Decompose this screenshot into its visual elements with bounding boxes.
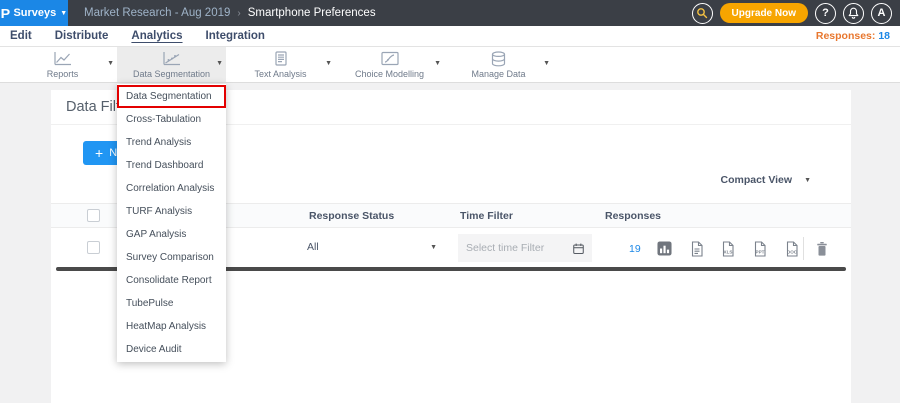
col-time-filter: Time Filter — [460, 210, 513, 222]
toolbar-data-segmentation-label: Data Segmentation — [133, 69, 210, 79]
app-window: P Surveys ▼ Market Research - Aug 2019 ›… — [0, 0, 900, 403]
svg-text:DOC: DOC — [786, 249, 797, 254]
tab-edit[interactable]: Edit — [10, 30, 32, 42]
survey-nav-tabs: Edit Distribute Analytics Integration Re… — [0, 26, 900, 47]
select-all-checkbox[interactable] — [87, 209, 100, 222]
chevron-down-icon[interactable]: ▼ — [543, 60, 550, 67]
search-icon — [696, 7, 708, 19]
menu-item-device-audit[interactable]: Device Audit — [117, 338, 226, 361]
analytics-toolbar: Reports ▼ Data Segmentation ▼ Text Analy… — [0, 47, 900, 83]
chevron-down-icon[interactable]: ▼ — [216, 60, 223, 67]
menu-item-survey-comparison[interactable]: Survey Comparison — [117, 246, 226, 269]
analyze-report-button[interactable] — [656, 240, 673, 257]
row-responses-count[interactable]: 19 — [629, 243, 641, 255]
toolbar-manage-data-label: Manage Data — [471, 69, 525, 79]
help-button[interactable]: ? — [815, 3, 836, 24]
menu-item-heatmap-analysis[interactable]: HeatMap Analysis — [117, 315, 226, 338]
svg-text:PPT: PPT — [755, 249, 764, 254]
responses-count: 18 — [878, 30, 890, 42]
responses-counter[interactable]: Responses: 18 — [816, 30, 890, 42]
delete-filter-button[interactable] — [813, 240, 830, 257]
toolbar-reports[interactable]: Reports ▼ — [8, 47, 117, 82]
document-report-icon — [273, 51, 289, 67]
tab-analytics[interactable]: Analytics — [131, 30, 182, 42]
bell-icon — [848, 7, 859, 19]
menu-item-correlation-analysis[interactable]: Correlation Analysis — [117, 177, 226, 200]
database-icon — [490, 51, 507, 67]
export-ppt-button[interactable]: PPT — [751, 240, 768, 257]
curve-chart-icon — [380, 51, 400, 67]
file-xls-icon: XLS — [721, 241, 735, 257]
breadcrumb-parent-link[interactable]: Market Research - Aug 2019 — [84, 7, 230, 19]
toolbar-reports-label: Reports — [47, 69, 79, 79]
chevron-down-icon[interactable]: ▼ — [434, 60, 441, 67]
menu-item-trend-analysis[interactable]: Trend Analysis — [117, 131, 226, 154]
compact-view-label: Compact View — [720, 174, 792, 186]
file-doc-icon: DOC — [785, 241, 799, 257]
toolbar-choice-modelling[interactable]: Choice Modelling ▼ — [335, 47, 444, 82]
compact-view-selector[interactable]: Compact View ▼ — [720, 174, 811, 186]
topbar-actions: Upgrade Now ? A — [692, 3, 900, 24]
scatter-chart-icon — [162, 51, 182, 67]
chevron-down-icon[interactable]: ▼ — [325, 60, 332, 67]
response-status-value: All — [307, 241, 319, 253]
file-ppt-icon: PPT — [753, 241, 767, 257]
menu-item-cross-tabulation[interactable]: Cross-Tabulation — [117, 108, 226, 131]
menu-item-turf-analysis[interactable]: TURF Analysis — [117, 200, 226, 223]
menu-item-gap-analysis[interactable]: GAP Analysis — [117, 223, 226, 246]
breadcrumb: Market Research - Aug 2019 › Smartphone … — [84, 7, 376, 19]
question-mark-icon: ? — [822, 7, 829, 19]
data-segmentation-dropdown-menu: Data Segmentation Cross-Tabulation Trend… — [117, 84, 226, 362]
toolbar-data-segmentation[interactable]: Data Segmentation ▼ — [117, 47, 226, 82]
plus-icon: + — [95, 146, 103, 160]
trash-icon — [815, 241, 829, 257]
tab-distribute[interactable]: Distribute — [55, 30, 109, 42]
calendar-icon[interactable] — [572, 242, 585, 255]
bar-chart-icon — [657, 241, 672, 256]
notifications-button[interactable] — [843, 3, 864, 24]
time-filter-field — [458, 234, 592, 262]
toolbar-text-analysis-label: Text Analysis — [254, 69, 306, 79]
line-chart-icon — [53, 51, 73, 67]
export-doc-button[interactable]: DOC — [783, 240, 800, 257]
toolbar-manage-data[interactable]: Manage Data ▼ — [444, 47, 553, 82]
surveys-product-menu[interactable]: P Surveys ▼ — [0, 0, 68, 26]
user-avatar[interactable]: A — [871, 3, 892, 24]
questionpro-logo-icon: P — [0, 7, 10, 20]
top-bar: P Surveys ▼ Market Research - Aug 2019 ›… — [0, 0, 900, 26]
menu-item-data-segmentation[interactable]: Data Segmentation — [117, 85, 226, 108]
upgrade-now-button[interactable]: Upgrade Now — [720, 3, 808, 23]
svg-text:XLS: XLS — [723, 249, 732, 254]
time-filter-input[interactable] — [458, 242, 572, 254]
file-document-icon — [690, 241, 704, 257]
avatar-initial: A — [878, 7, 886, 19]
search-button[interactable] — [692, 3, 713, 24]
breadcrumb-current: Smartphone Preferences — [248, 7, 376, 19]
export-pdf-button[interactable] — [688, 240, 705, 257]
menu-item-trend-dashboard[interactable]: Trend Dashboard — [117, 154, 226, 177]
responses-label: Responses: — [816, 30, 876, 42]
export-xls-button[interactable]: XLS — [719, 240, 736, 257]
chevron-down-icon: ▼ — [804, 177, 811, 184]
icon-divider — [803, 237, 804, 260]
product-name: Surveys — [13, 7, 56, 19]
tab-integration[interactable]: Integration — [206, 30, 265, 42]
breadcrumb-separator: › — [237, 8, 240, 19]
chevron-down-icon: ▼ — [60, 10, 67, 17]
toolbar-text-analysis[interactable]: Text Analysis ▼ — [226, 47, 335, 82]
chevron-down-icon[interactable]: ▼ — [107, 60, 114, 67]
chevron-down-icon: ▼ — [430, 244, 437, 251]
response-status-select[interactable]: All ▼ — [307, 241, 437, 253]
menu-item-consolidate-report[interactable]: Consolidate Report — [117, 269, 226, 292]
menu-item-tubepulse[interactable]: TubePulse — [117, 292, 226, 315]
row-checkbox[interactable] — [87, 241, 100, 254]
col-responses: Responses — [605, 210, 661, 222]
col-response-status: Response Status — [309, 210, 394, 222]
toolbar-choice-modelling-label: Choice Modelling — [355, 69, 424, 79]
